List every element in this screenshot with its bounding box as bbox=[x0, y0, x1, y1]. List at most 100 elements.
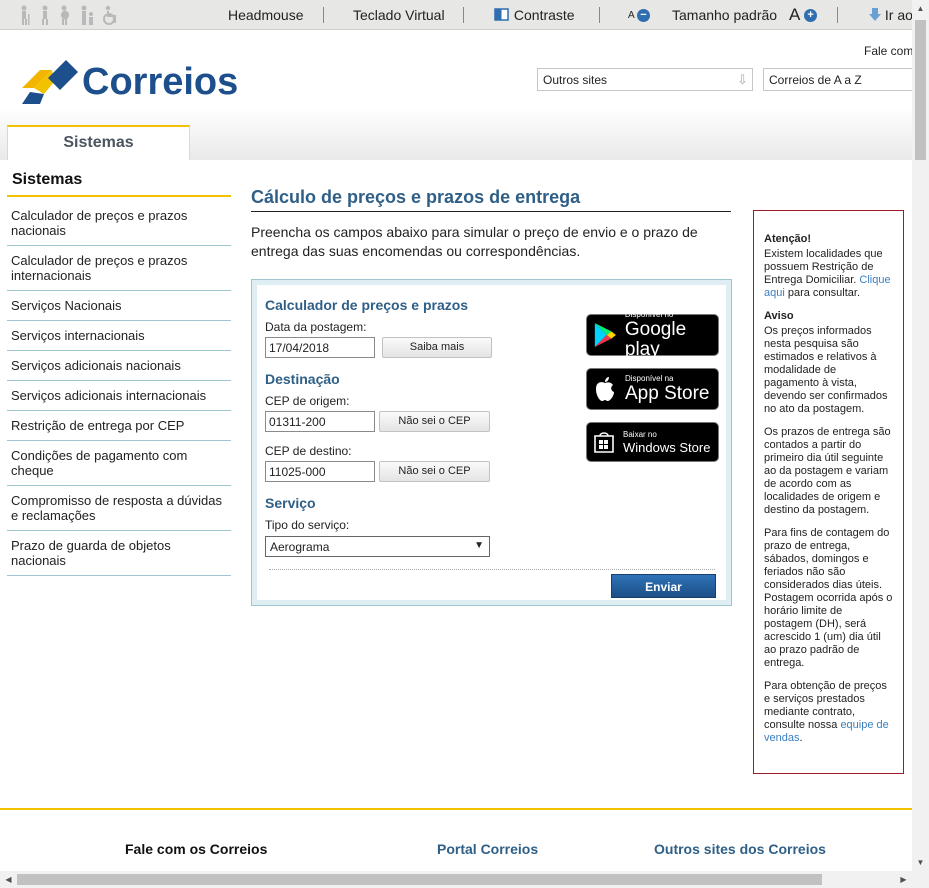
prazos-text: Os prazos de entrega são contados a part… bbox=[764, 426, 891, 516]
sidebar-item-adicionais-nacionais[interactable]: Serviços adicionais nacionais bbox=[7, 351, 231, 381]
apple-icon bbox=[596, 377, 614, 401]
cep-destino-field[interactable]: 11025-000 bbox=[265, 461, 375, 482]
horizontal-scrollbar[interactable]: ◀ ▶ bbox=[0, 871, 929, 888]
accessibility-bar: Headmouse Teclado Virtual Contraste A − … bbox=[0, 0, 913, 30]
vertical-scrollbar[interactable]: ▲ ▼ bbox=[912, 0, 929, 871]
sidebar-item-servicos-internacionais[interactable]: Serviços internacionais bbox=[7, 321, 231, 351]
contagem-text: Para fins de contagem do prazo de entreg… bbox=[764, 527, 893, 669]
decrease-font-label: A bbox=[628, 10, 635, 22]
tamanho-padrao-link[interactable]: Tamanho padrão bbox=[672, 7, 777, 23]
adult-child-icon bbox=[81, 5, 93, 25]
google-play-badge[interactable]: Disponível no Google play bbox=[586, 310, 719, 360]
windows-store-badge[interactable]: Baixar no Windows Store bbox=[586, 422, 719, 462]
fale-com-link[interactable]: Fale com bbox=[864, 44, 913, 58]
correios-az-label: Correios de A a Z bbox=[769, 73, 862, 87]
nao-sei-cep-origem-button[interactable]: Não sei o CEP bbox=[379, 411, 490, 432]
separator bbox=[463, 7, 464, 23]
atencao-title: Atenção! bbox=[764, 233, 812, 245]
increase-font-label: A bbox=[789, 5, 800, 24]
windows-store-small-text: Baixar no bbox=[623, 429, 657, 439]
correios-az-select[interactable]: Correios de A a Z bbox=[763, 68, 923, 91]
tipo-servico-label: Tipo do serviço: bbox=[265, 518, 350, 532]
contrast-icon bbox=[494, 8, 509, 21]
contrato-end: . bbox=[799, 732, 803, 744]
sidebar-item-prazo-guarda[interactable]: Prazo de guarda de objetos nacionais bbox=[7, 531, 231, 576]
windows-store-icon bbox=[594, 432, 614, 453]
ir-ao-link[interactable]: Ir ao bbox=[869, 7, 913, 23]
correios-logo[interactable]: Correios bbox=[22, 60, 238, 104]
enviar-button[interactable]: Enviar bbox=[611, 574, 716, 598]
sidebar-title: Sistemas bbox=[7, 166, 231, 197]
sidebar-item-servicos-nacionais[interactable]: Serviços Nacionais bbox=[7, 291, 231, 321]
horizontal-scroll-thumb[interactable] bbox=[17, 874, 822, 885]
aviso-text: Os preços informados nesta pesquisa são … bbox=[764, 325, 888, 415]
increase-font-button[interactable]: A + bbox=[789, 5, 818, 25]
tipo-servico-select[interactable]: Aerograma ▼ bbox=[265, 536, 490, 557]
separator bbox=[599, 7, 600, 23]
windows-store-big-text: Windows Store bbox=[623, 439, 711, 455]
google-play-icon bbox=[594, 323, 616, 347]
wheelchair-icon bbox=[103, 5, 116, 25]
scroll-down-icon[interactable]: ▼ bbox=[912, 854, 929, 871]
nao-sei-cep-destino-button[interactable]: Não sei o CEP bbox=[379, 461, 490, 482]
app-store-big-text: App Store bbox=[625, 383, 710, 404]
sidebar-item-calculador-internacional[interactable]: Calculador de preços e prazos internacio… bbox=[7, 246, 231, 291]
footer-outros-link[interactable]: Outros sites dos Correios bbox=[654, 841, 826, 857]
scroll-left-icon[interactable]: ◀ bbox=[0, 871, 17, 888]
arrow-down-icon bbox=[869, 8, 881, 21]
footer-divider bbox=[0, 808, 912, 810]
dropdown-arrow-icon: ▼ bbox=[474, 540, 484, 551]
pregnant-person-icon bbox=[61, 5, 69, 25]
decrease-font-button[interactable]: A − bbox=[628, 9, 650, 22]
app-store-badge[interactable]: Disponível na App Store bbox=[586, 368, 719, 410]
minus-icon: − bbox=[636, 9, 650, 22]
footer-portal-link[interactable]: Portal Correios bbox=[437, 841, 538, 857]
vertical-scroll-thumb[interactable] bbox=[915, 20, 926, 160]
tab-sistemas[interactable]: Sistemas bbox=[7, 125, 190, 160]
sidebar-item-adicionais-internacionais[interactable]: Serviços adicionais internacionais bbox=[7, 381, 231, 411]
logo-text: Correios bbox=[82, 60, 239, 103]
sidebar: Sistemas Calculador de preços e prazos n… bbox=[7, 166, 231, 576]
sidebar-item-pagamento-cheque[interactable]: Condições de pagamento com cheque bbox=[7, 441, 231, 486]
plus-icon: + bbox=[804, 9, 818, 23]
ir-ao-label: Ir ao bbox=[884, 7, 913, 23]
teclado-virtual-link[interactable]: Teclado Virtual bbox=[353, 7, 445, 23]
calculator-heading: Calculador de preços e prazos bbox=[265, 297, 469, 313]
servico-heading: Serviço bbox=[265, 495, 316, 511]
saiba-mais-button[interactable]: Saiba mais bbox=[382, 337, 492, 358]
google-play-big-text: Google play bbox=[624, 319, 687, 360]
notice-box: Atenção! Existem localidades que possuem… bbox=[753, 210, 904, 774]
sidebar-item-restricao-cep[interactable]: Restrição de entrega por CEP bbox=[7, 411, 231, 441]
scroll-up-icon[interactable]: ▲ bbox=[912, 0, 929, 17]
sidebar-item-calculador-nacional[interactable]: Calculador de preços e prazos nacionais bbox=[7, 201, 231, 246]
cep-origem-field[interactable]: 01311-200 bbox=[265, 411, 375, 432]
scroll-right-icon[interactable]: ▶ bbox=[895, 871, 912, 888]
separator bbox=[837, 7, 838, 23]
accessibility-icons bbox=[16, 5, 120, 25]
arrow-down-icon: ⇩ bbox=[737, 72, 748, 87]
contraste-link[interactable]: Contraste bbox=[494, 7, 575, 23]
elderly-icon bbox=[21, 5, 30, 25]
form-divider bbox=[269, 569, 715, 570]
destinacao-heading: Destinação bbox=[265, 371, 340, 387]
correios-logo-icon bbox=[22, 60, 78, 104]
headmouse-link[interactable]: Headmouse bbox=[228, 7, 304, 23]
date-field[interactable]: 17/04/2018 bbox=[265, 337, 375, 358]
outros-sites-label: Outros sites bbox=[543, 73, 608, 87]
sidebar-item-compromisso-resposta[interactable]: Compromisso de resposta a dúvidas e recl… bbox=[7, 486, 231, 531]
para-consultar-text: para consultar. bbox=[784, 287, 861, 299]
walking-person-icon bbox=[42, 5, 48, 25]
calculator-panel: Calculador de preços e prazos Data da po… bbox=[251, 279, 732, 606]
origem-label: CEP de origem: bbox=[265, 394, 350, 408]
footer-fale-link[interactable]: Fale com os Correios bbox=[125, 841, 267, 857]
tipo-servico-value: Aerograma bbox=[270, 540, 330, 554]
title-divider bbox=[251, 211, 731, 212]
destino-label: CEP de destino: bbox=[265, 444, 352, 458]
contraste-label: Contraste bbox=[513, 7, 575, 23]
aviso-title: Aviso bbox=[764, 310, 794, 322]
header: Correios Fale com Outros sites ⇩ Correio… bbox=[0, 30, 923, 160]
outros-sites-select[interactable]: Outros sites ⇩ bbox=[537, 68, 753, 91]
separator bbox=[323, 7, 324, 23]
intro-text: Preencha os campos abaixo para simular o… bbox=[251, 224, 698, 259]
date-label: Data da postagem: bbox=[265, 320, 367, 334]
